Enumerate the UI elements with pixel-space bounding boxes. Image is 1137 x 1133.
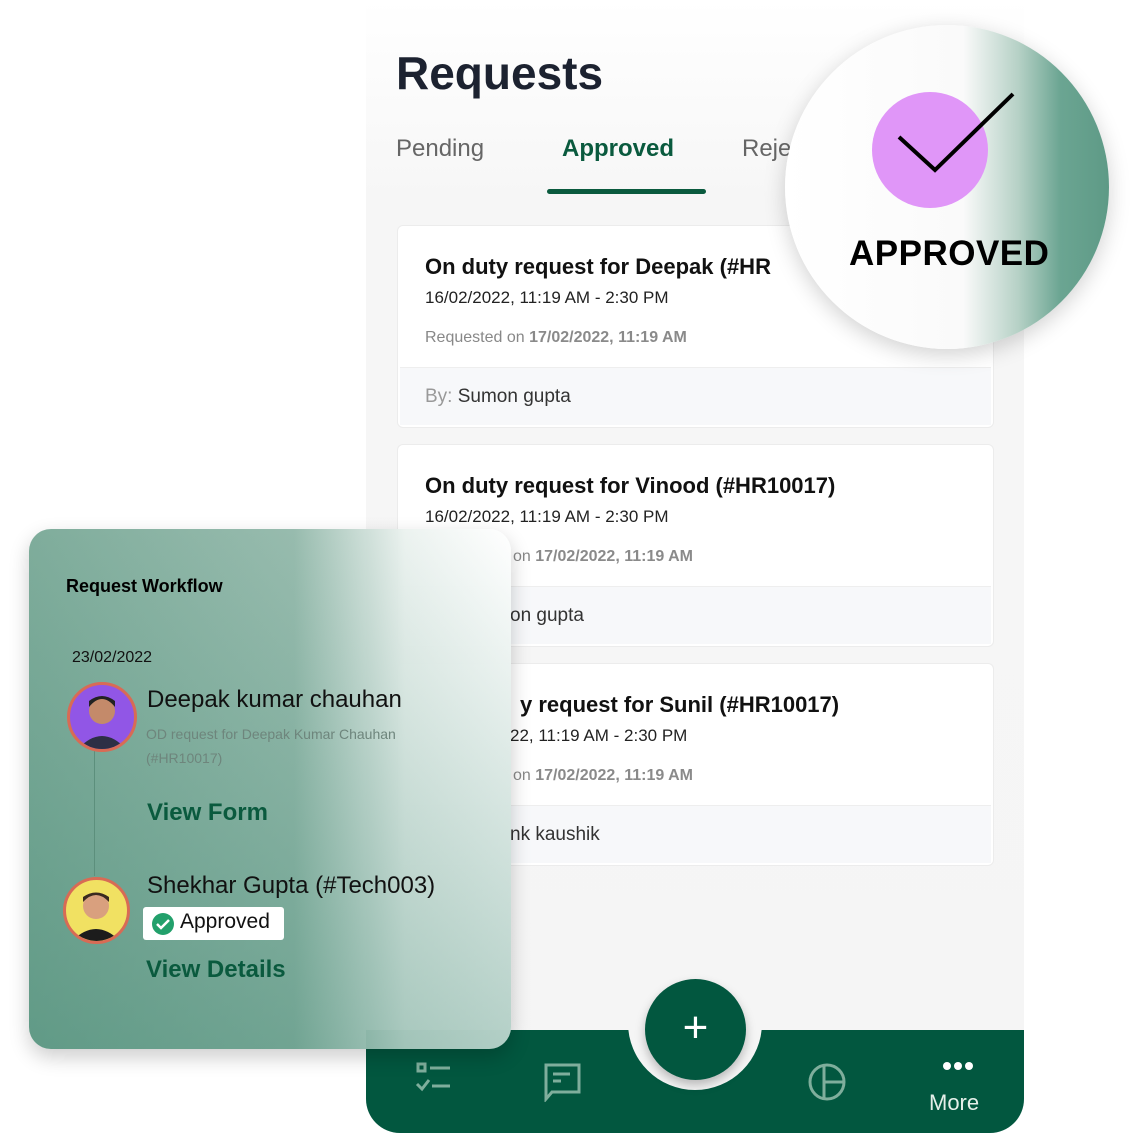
add-button[interactable]: + [645,979,746,1080]
requested-on: on 17/02/2022, 11:19 AM [513,767,693,785]
tab-pending[interactable]: Pending [396,135,484,163]
request-workflow-panel: Request Workflow 23/02/2022 Deepak kumar… [29,529,511,1049]
by-label: By: [425,386,453,407]
requested-date: 17/02/2022, 11:19 AM [535,548,693,565]
page-title: Requests [396,47,604,99]
avatar [67,682,137,752]
pie-chart-icon[interactable] [807,1062,847,1102]
tab-rejected[interactable]: Reje [742,135,791,163]
workflow-date: 23/02/2022 [72,649,153,666]
step-name: Deepak kumar chauhan [147,686,402,713]
request-title: On duty request for Vinood (#HR10017) [425,473,836,498]
view-form-link[interactable]: View Form [147,799,268,827]
by-name: Sumon gupta [457,386,571,407]
requested-date: 17/02/2022, 11:19 AM [529,329,687,346]
message-icon[interactable] [543,1062,583,1102]
more-label[interactable]: More [929,1090,979,1116]
requested-label: on [513,548,531,565]
requested-date: 17/02/2022, 11:19 AM [535,767,693,784]
view-details-link[interactable]: View Details [146,956,286,984]
workflow-title: Request Workflow [66,576,223,596]
active-tab-indicator [547,189,706,194]
by-name: on gupta [510,605,584,626]
request-date: 16/02/2022, 11:19 AM - 2:30 PM [425,288,669,307]
request-title: y request for Sunil (#HR10017) [520,692,840,717]
step-description: OD request for Deepak Kumar Chauhan (#HR… [146,726,396,766]
requested-on: on 17/02/2022, 11:19 AM [513,548,693,566]
step-name: Shekhar Gupta (#Tech003) [147,872,436,899]
requested-by: By: Sumon gupta [400,367,991,425]
status-label: Approved [180,910,270,933]
by-name: nk kaushik [510,824,600,845]
checklist-icon[interactable] [414,1062,452,1094]
avatar [63,877,130,944]
request-date: 16/02/2022, 11:19 AM - 2:30 PM [425,507,669,526]
requested-label: on [513,767,531,784]
tab-approved[interactable]: Approved [562,135,674,163]
status-badge: Approved [143,907,284,940]
approved-label: APPROVED [849,234,1050,273]
check-circle-icon [152,913,174,935]
requested-on: Requested on 17/02/2022, 11:19 AM [425,329,687,347]
request-title: On duty request for Deepak (#HR [425,254,771,279]
requested-label: Requested on [425,329,525,346]
request-date: 22, 11:19 AM - 2:30 PM [510,726,688,745]
more-icon[interactable] [942,1061,974,1071]
approved-check-icon [872,92,1015,208]
timeline-line [94,751,95,876]
